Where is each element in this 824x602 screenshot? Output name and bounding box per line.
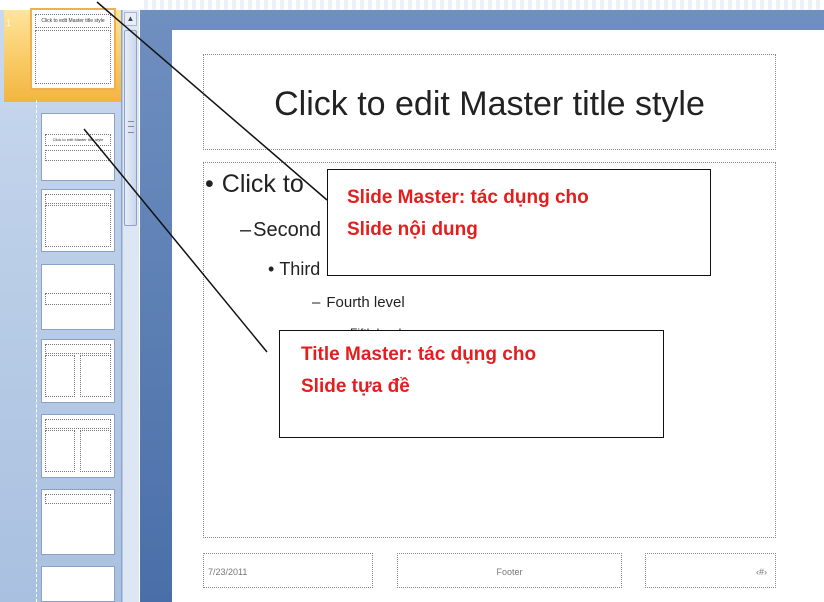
level-1-text: • Click to <box>205 170 304 198</box>
thumbnail-layout-4[interactable] <box>41 264 115 330</box>
level-2-text: – Second <box>240 219 321 241</box>
thumbnail-title-layout[interactable]: Click to edit Master title style <box>41 113 115 181</box>
callout-master-line1: Slide Master: tác dụng cho <box>347 187 589 208</box>
thumbnail-slide-master[interactable]: Click to edit Master title style <box>30 8 116 90</box>
thumbnail-layout-6[interactable] <box>41 414 115 478</box>
footer-placeholder[interactable]: Footer <box>397 553 622 588</box>
master-title-text: Click to edit Master title style <box>274 85 705 123</box>
thumb-right-content <box>80 430 111 472</box>
date-placeholder[interactable]: 7/23/2011 <box>203 553 373 588</box>
thumb-title-placeholder: Click to edit Master title style <box>45 134 111 146</box>
thumb-left-content <box>45 355 75 397</box>
callout-title-line1: Title Master: tác dụng cho <box>301 344 537 365</box>
callout-master-line2: Slide nội dung <box>347 219 478 240</box>
thumbnail-layout-7[interactable] <box>41 489 115 555</box>
slide-master-callout: Slide Master: tác dụng cho Slide nội dun… <box>327 169 711 276</box>
level-3-text: • Third <box>268 259 321 279</box>
thumb-title-text: Click to edit Master title style <box>41 18 105 24</box>
thumb-title-placeholder <box>45 344 111 354</box>
thumb-title-placeholder <box>45 194 111 204</box>
thumb-title-placeholder <box>45 419 111 429</box>
level-3-label: Third <box>279 259 321 279</box>
layout-group-connector <box>36 100 37 602</box>
slide-number-text: ‹#› <box>756 567 767 577</box>
thumb-content-placeholder <box>45 205 111 247</box>
editor-top-strip <box>140 0 824 10</box>
thumbnail-layout-8[interactable] <box>41 566 115 602</box>
thumbnail-layout-3[interactable] <box>41 189 115 252</box>
thumb-title-text: Click to edit Master title style <box>52 137 104 142</box>
scrollbar-thumb[interactable] <box>124 30 137 226</box>
thumbnail-layout-5[interactable] <box>41 339 115 403</box>
thumbnail-scrollbar[interactable]: ▲ <box>122 10 139 602</box>
footer-text: Footer <box>496 567 523 577</box>
level-4-label: Fourth level <box>326 294 405 311</box>
thumb-title-placeholder <box>45 494 111 504</box>
slide-number-label: 1 <box>6 18 12 28</box>
date-text: 7/23/2011 <box>208 567 248 577</box>
thumb-title-placeholder <box>45 293 111 305</box>
level-1-label: Click to <box>221 170 304 198</box>
callout-title-line2: Slide tựa đề <box>301 376 410 397</box>
level-2-label: Second <box>253 219 321 241</box>
thumb-body-placeholder <box>35 30 111 84</box>
thumb-right-content <box>80 355 111 397</box>
slide-number-placeholder[interactable]: ‹#› <box>645 553 776 588</box>
scrollbar-grip-icon <box>128 121 134 133</box>
scroll-up-arrow-icon[interactable]: ▲ <box>124 12 137 26</box>
title-placeholder[interactable]: Click to edit Master title style <box>203 54 776 150</box>
title-master-callout: Title Master: tác dụng cho Slide tựa đề <box>279 330 664 438</box>
thumb-left-content <box>45 430 75 472</box>
level-4-text: – Fourth level <box>312 294 405 311</box>
thumb-title-placeholder: Click to edit Master title style <box>35 14 111 28</box>
thumb-subtitle-placeholder <box>45 150 111 161</box>
